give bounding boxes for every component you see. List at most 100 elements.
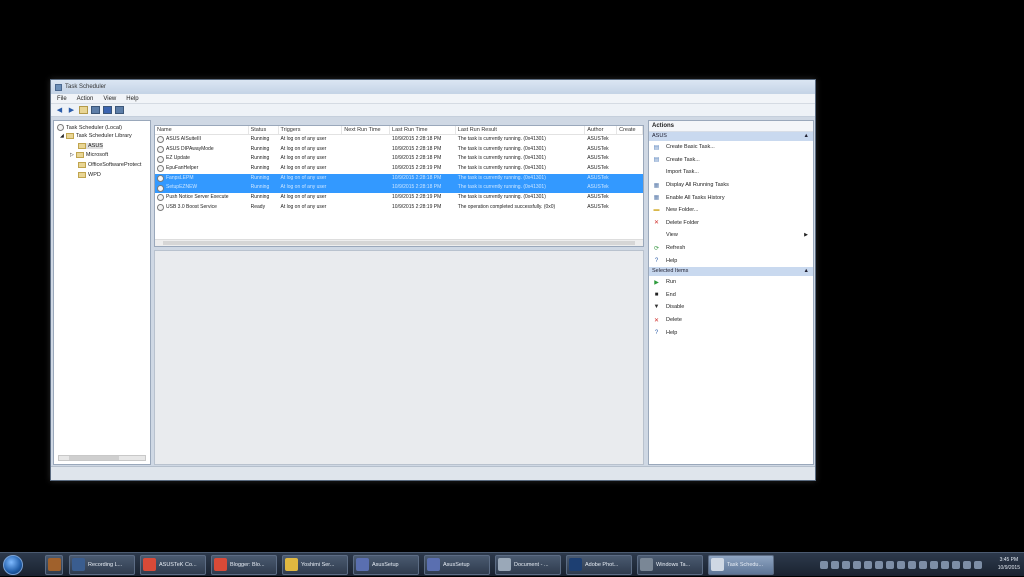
action-label: Import Task... [666, 169, 699, 176]
table-row[interactable]: ASUS AISuiteIII Running At log on of any u… [155, 135, 643, 145]
column-last-run-time[interactable]: Last Run Time [390, 126, 456, 134]
action-new-folder[interactable]: ▬ New Folder... [649, 204, 813, 217]
task-last-run-time: 10/9/2015 2:28:18 PM [392, 145, 442, 152]
action-create-basic-task[interactable]: ▤ Create Basic Task... [649, 141, 813, 154]
taskbar-item[interactable]: Task Schedu... [708, 554, 774, 575]
tray-icon[interactable] [919, 561, 927, 569]
table-row[interactable]: Push Notice Server Execute Running At log … [155, 193, 643, 203]
taskbar-item-pinned[interactable] [45, 554, 63, 575]
column-status[interactable]: Status [249, 126, 279, 134]
table-row[interactable]: FanpsLEPM Running At log on of any user 10/… [155, 173, 643, 184]
taskbar-item[interactable]: AsusSetup [424, 554, 490, 575]
title-bar[interactable]: Task Scheduler [51, 80, 815, 94]
action-import-task[interactable]: Import Task... [649, 166, 813, 179]
task-triggers: At log on of any user [280, 184, 327, 191]
action-create-task[interactable]: ▤ Create Task... [649, 154, 813, 167]
tray-icon[interactable] [974, 561, 982, 569]
expand-icon[interactable]: ▷ [70, 152, 74, 158]
app-icon [356, 558, 369, 571]
action-help[interactable]: ? Help [649, 254, 813, 267]
tray-icon[interactable] [886, 561, 894, 569]
forward-icon[interactable]: ▶ [67, 106, 76, 115]
taskbar-item[interactable]: Blogger: Blo... [211, 554, 277, 575]
list-horizontal-scrollbar[interactable] [155, 239, 643, 246]
column-next-run-time[interactable]: Next Run Time [342, 126, 391, 134]
taskbar-item[interactable]: AsusSetup [353, 554, 419, 575]
folder-icon [75, 152, 84, 158]
menu-action[interactable]: Action [77, 96, 94, 102]
column-triggers[interactable]: Triggers [279, 126, 343, 134]
table-row[interactable]: SetupEZNEW Running At log on of any user 10… [155, 183, 643, 194]
collapse-icon[interactable]: ▲ [804, 132, 809, 141]
tray-icon[interactable] [842, 561, 850, 569]
tree-folder-microsoft[interactable]: ▷ Microsoft [70, 152, 108, 158]
task-author: ASUSTek [587, 155, 609, 162]
tray-icon[interactable] [853, 561, 861, 569]
taskbar-item[interactable]: Yoshimi Ser... [282, 554, 348, 575]
back-icon[interactable]: ◀ [55, 106, 64, 115]
column-name[interactable]: Name [155, 126, 249, 134]
tray-icon[interactable] [820, 561, 828, 569]
tray-icon[interactable] [952, 561, 960, 569]
table-row[interactable]: EZ Update Running At log on of any user 10/… [155, 154, 643, 164]
action-display-all-running-tasks[interactable]: ▦ Display All Running Tasks [649, 179, 813, 192]
taskbar-item[interactable]: Windows Ta... [637, 554, 703, 575]
tray-icon[interactable] [963, 561, 971, 569]
desktop: Task Scheduler File Action View Help ◀ ▶… [0, 0, 1024, 552]
action-enable-all-tasks-history[interactable]: ▦ Enable All Tasks History [649, 191, 813, 204]
tree-folder-asus[interactable]: ASUS [78, 143, 103, 149]
action-disable[interactable]: ▼ Disable [649, 301, 813, 314]
action-end[interactable]: ■ End [649, 289, 813, 302]
actions-section-asus[interactable]: ASUS ▲ [649, 132, 813, 141]
folder-icon [78, 143, 86, 149]
action-delete-folder[interactable]: ✕ Delete Folder [649, 217, 813, 230]
table-row[interactable]: USB 3.0 Boost Service Ready At log on of a… [155, 203, 643, 213]
menu-help[interactable]: Help [126, 96, 138, 102]
task-list-header: Name Status Triggers Next Run Time Last … [155, 126, 643, 135]
tray-icon[interactable] [875, 561, 883, 569]
tray-icon[interactable] [908, 561, 916, 569]
taskbar-item[interactable]: ASUSTeK Co... [140, 554, 206, 575]
tree-folder-officesoftwareprotect[interactable]: OfficeSoftwareProtect [78, 162, 141, 168]
help-toolbar-icon[interactable] [103, 106, 112, 114]
tray-icon[interactable] [897, 561, 905, 569]
taskbar-item[interactable]: Document - ... [495, 554, 561, 575]
tree-horizontal-scrollbar[interactable] [58, 455, 146, 461]
action-help[interactable]: ? Help [649, 326, 813, 339]
tray-icon[interactable] [831, 561, 839, 569]
taskbar-item[interactable]: Adobe Phot... [566, 554, 632, 575]
menu-view[interactable]: View [103, 96, 116, 102]
folder-up-icon[interactable] [79, 106, 88, 114]
table-row[interactable]: EpuFanHelper Running At log on of any user… [155, 164, 643, 174]
action-refresh[interactable]: ⟳ Refresh [649, 242, 813, 255]
action-run[interactable]: ▶ Run [649, 276, 813, 289]
collapse-icon[interactable]: ▲ [804, 267, 809, 276]
task-clock-icon [157, 165, 164, 173]
tray-icon[interactable] [930, 561, 938, 569]
show-hide-tree-icon[interactable] [91, 106, 100, 114]
action-view[interactable]: View ▶ [649, 229, 813, 242]
task-triggers: At log on of any user [280, 203, 327, 210]
collapse-icon[interactable]: ◢ [60, 133, 64, 139]
tray-icon[interactable] [941, 561, 949, 569]
actions-section-selected-items[interactable]: Selected Items ▲ [649, 266, 813, 276]
column-last-run-result[interactable]: Last Run Result [456, 126, 586, 134]
task-last-run-result: The task is currently running. (0x41301) [457, 194, 546, 201]
menu-file[interactable]: File [57, 96, 67, 102]
taskbar-item[interactable]: Recording L... [69, 554, 135, 575]
tree-root[interactable]: Task Scheduler (Local) [57, 124, 122, 131]
folder-icon [65, 133, 74, 139]
action-delete[interactable]: ✕ Delete [649, 314, 813, 327]
clock[interactable]: 3:45 PM 10/9/2015 [998, 556, 1020, 572]
tray-icon[interactable] [864, 561, 872, 569]
tree-library[interactable]: ◢ Task Scheduler Library [60, 133, 132, 139]
table-row[interactable]: ASUS DIPAwayMode Running At log on of any … [155, 145, 643, 155]
show-hide-action-pane-icon[interactable] [115, 106, 124, 114]
task-triggers: At log on of any user [280, 165, 327, 172]
task-author: ASUSTek [587, 194, 609, 201]
column-author[interactable]: Author [585, 126, 618, 134]
task-last-run-time: 10/9/2015 2:28:19 PM [392, 194, 442, 201]
column-created[interactable]: Create [617, 126, 643, 134]
start-button[interactable] [3, 554, 23, 575]
tree-folder-wpd[interactable]: WPD [78, 172, 101, 178]
